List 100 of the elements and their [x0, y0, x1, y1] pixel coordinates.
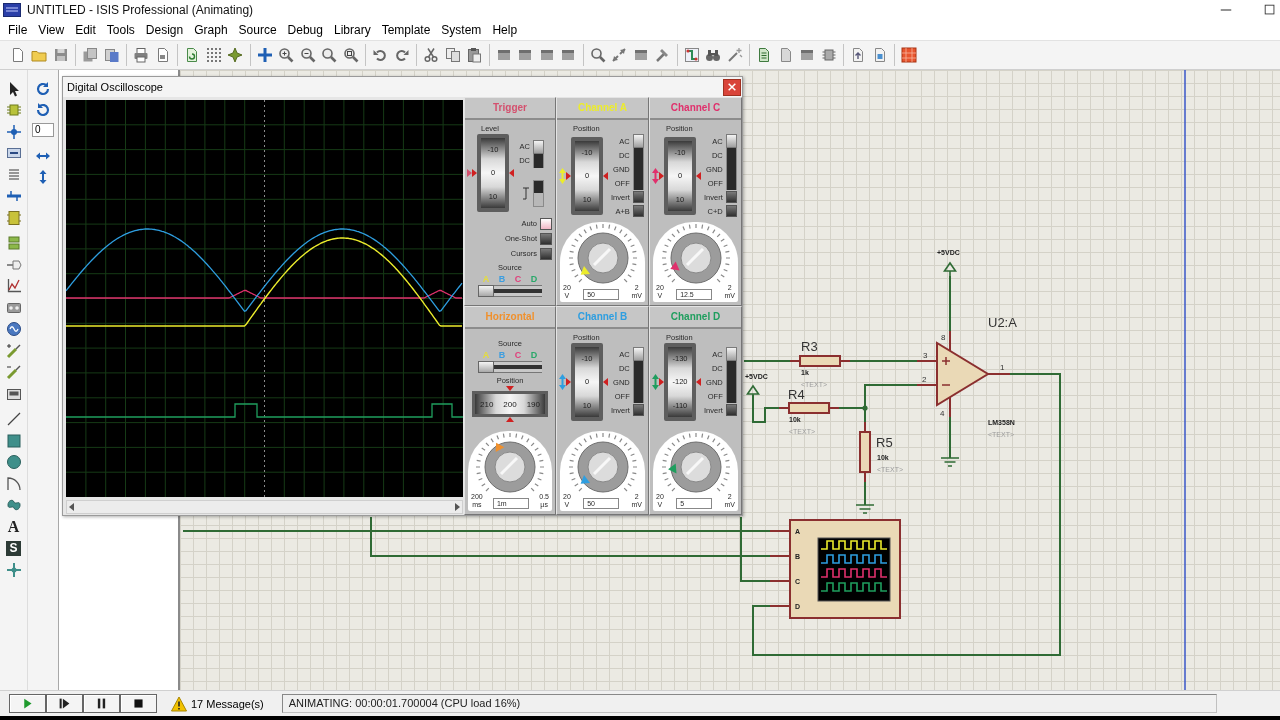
arc-icon[interactable]: [5, 475, 22, 492]
menu-item[interactable]: Template: [376, 21, 436, 39]
menu-item[interactable]: Help: [486, 21, 523, 39]
toggle-button[interactable]: [632, 205, 644, 217]
grid-tile-icon[interactable]: [901, 47, 918, 63]
toggle-button[interactable]: [540, 247, 552, 260]
menu-item[interactable]: Library: [328, 21, 377, 39]
slider-slot[interactable]: [478, 361, 494, 373]
step-button[interactable]: [46, 694, 83, 713]
binoculars-icon[interactable]: [705, 47, 722, 63]
play-icon[interactable]: [21, 697, 34, 710]
switch-slot[interactable]: [632, 347, 644, 361]
block-icon[interactable]: [560, 47, 577, 63]
menu-item[interactable]: View: [32, 21, 70, 39]
copy-icon[interactable]: [444, 47, 461, 63]
save-icon[interactable]: [52, 47, 69, 63]
menu-item[interactable]: Edit: [69, 21, 102, 39]
rotate-clockwise-icon[interactable]: [35, 80, 51, 97]
stop-icon[interactable]: [132, 697, 145, 710]
toggle-button[interactable]: [632, 404, 644, 416]
knob-pointer[interactable]: [667, 463, 676, 474]
switch-slot[interactable]: [632, 148, 644, 162]
play-button[interactable]: [9, 694, 46, 713]
toggle-button[interactable]: [725, 191, 737, 203]
redo-icon[interactable]: [393, 47, 410, 63]
rotate-anticlockwise-icon[interactable]: [35, 101, 51, 118]
zoom-area-icon[interactable]: [342, 47, 359, 63]
stacked-pages-icon[interactable]: [82, 47, 99, 63]
terminal-icon[interactable]: [5, 235, 22, 252]
menu-item[interactable]: Graph: [188, 21, 234, 39]
block-icon[interactable]: [517, 47, 534, 63]
menu-item[interactable]: System: [435, 21, 487, 39]
search-icon[interactable]: [589, 47, 606, 63]
plus-icon[interactable]: [256, 47, 273, 63]
switch-slot[interactable]: [632, 176, 644, 190]
switch-slot[interactable]: [632, 134, 644, 148]
probe-icon[interactable]: [5, 364, 22, 381]
paste-icon[interactable]: [466, 47, 483, 63]
block-icon[interactable]: [495, 47, 512, 63]
pause-button[interactable]: [83, 694, 120, 713]
knob-pointer[interactable]: [580, 266, 590, 275]
block-icon[interactable]: [538, 47, 555, 63]
slider-slot[interactable]: [526, 285, 542, 297]
block-icon[interactable]: [799, 47, 816, 63]
switch-slot[interactable]: [725, 347, 737, 361]
menu-item[interactable]: Design: [140, 21, 189, 39]
messages-button[interactable]: 17 Message(s): [171, 695, 264, 712]
slider-slot[interactable]: [526, 361, 542, 373]
star-icon[interactable]: [227, 47, 244, 63]
junction-icon[interactable]: [5, 123, 22, 140]
generator-icon[interactable]: [5, 321, 22, 338]
grid-icon[interactable]: [205, 47, 222, 63]
knob-pointer[interactable]: [669, 261, 680, 271]
arrows-icon[interactable]: [611, 47, 628, 63]
menu-item[interactable]: Debug: [282, 21, 329, 39]
stop-button[interactable]: [120, 694, 157, 713]
hammer-icon[interactable]: [654, 47, 671, 63]
switch-slot[interactable]: [632, 361, 644, 375]
text-tool-button[interactable]: A: [7, 518, 20, 535]
toggle-button[interactable]: [632, 191, 644, 203]
menu-item[interactable]: Tools: [101, 21, 141, 39]
slider-slot[interactable]: [494, 285, 510, 297]
zoom-in-icon[interactable]: [278, 47, 295, 63]
close-button[interactable]: [723, 78, 741, 96]
switch-slot[interactable]: [533, 139, 544, 154]
step-icon[interactable]: [58, 697, 71, 710]
menu-item[interactable]: Source: [233, 21, 283, 39]
scroll-right-icon[interactable]: [452, 502, 462, 512]
switch-slot[interactable]: [533, 153, 544, 168]
component-icon[interactable]: [5, 102, 22, 119]
toggle-button[interactable]: [725, 205, 737, 217]
maximize-icon[interactable]: [1263, 3, 1277, 17]
scroll-left-icon[interactable]: [67, 502, 77, 512]
angle-field[interactable]: 0: [32, 123, 54, 137]
switch-slot[interactable]: [725, 361, 737, 375]
graph-icon[interactable]: [5, 278, 22, 295]
switch-slot[interactable]: [725, 176, 737, 190]
circle-icon[interactable]: [5, 454, 22, 471]
toggle-button[interactable]: [540, 232, 552, 245]
square-icon[interactable]: [5, 432, 22, 449]
toggle-button[interactable]: [725, 404, 737, 416]
toggle-button[interactable]: [540, 217, 552, 230]
subcircuit-icon[interactable]: [5, 209, 22, 226]
undo-icon[interactable]: [372, 47, 389, 63]
menu-item[interactable]: File: [2, 21, 33, 39]
horizontal-scrollbar[interactable]: [66, 500, 463, 514]
wire-route-icon[interactable]: [683, 47, 700, 63]
knob-pointer[interactable]: [495, 442, 505, 453]
crosshair-icon[interactable]: [5, 561, 22, 578]
knob-pointer[interactable]: [580, 475, 590, 484]
wand-icon[interactable]: [726, 47, 743, 63]
switch-slot[interactable]: [725, 134, 737, 148]
symbol-tool-button[interactable]: S: [6, 540, 21, 556]
magnifier-icon[interactable]: [321, 47, 338, 63]
scissors-icon[interactable]: [423, 47, 440, 63]
switch-slot[interactable]: [725, 389, 737, 403]
pause-icon[interactable]: [95, 697, 108, 710]
switch-slot[interactable]: [632, 389, 644, 403]
switch-slot[interactable]: [725, 148, 737, 162]
pages-icon[interactable]: [103, 47, 120, 63]
